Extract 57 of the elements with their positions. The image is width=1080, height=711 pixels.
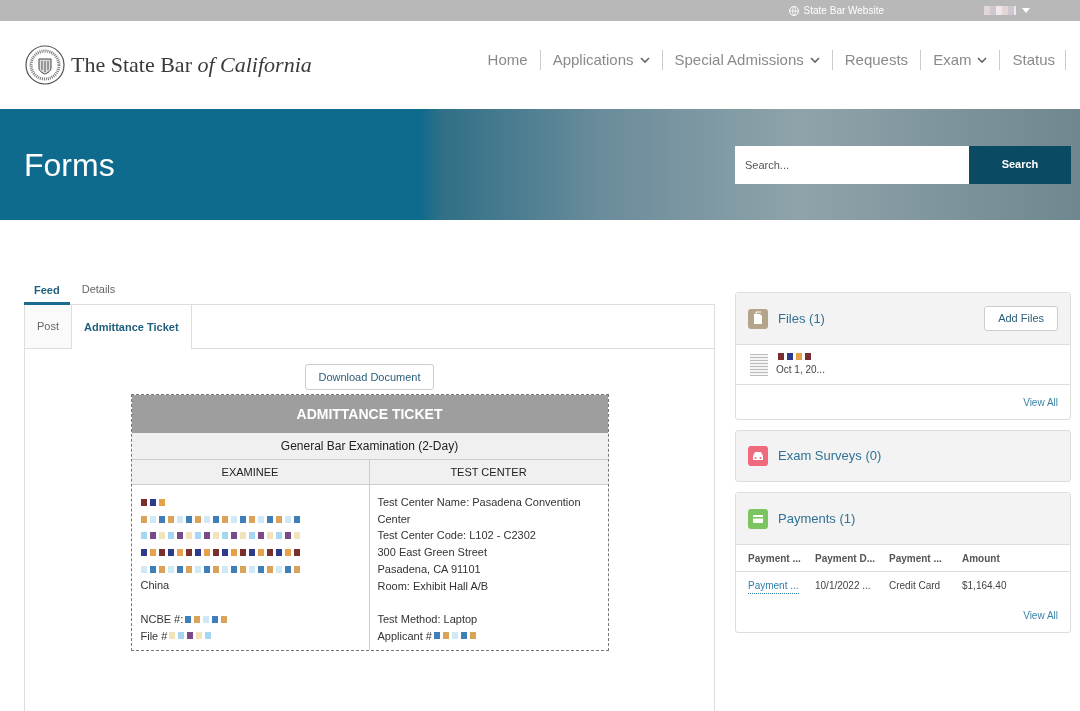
column-header: Amount bbox=[962, 551, 1001, 566]
page-title: Forms bbox=[23, 145, 115, 185]
column-header: Payment D... bbox=[815, 551, 877, 566]
exam-name: General Bar Examination (2-Day) bbox=[131, 433, 608, 460]
logo-text[interactable]: The State Bar of California bbox=[71, 54, 312, 76]
table-cell-text: 10/1/2022 ... bbox=[815, 579, 872, 593]
add-files-button[interactable]: Add Files bbox=[984, 306, 1058, 331]
text-line: Pasadena, CA 91101 bbox=[377, 561, 482, 577]
field-label: NCBE #: bbox=[140, 611, 184, 627]
nav-link[interactable]: Requests bbox=[832, 50, 922, 70]
table-cell-text: $1,164.40 bbox=[962, 579, 1008, 593]
chevron-down-icon[interactable] bbox=[977, 56, 988, 64]
text-line: 300 East Green Street bbox=[377, 545, 488, 561]
credit-card-icon bbox=[748, 508, 768, 529]
redacted-block bbox=[140, 498, 165, 506]
nav-link[interactable]: Special Admissions bbox=[662, 50, 833, 70]
column-header: Payment ... bbox=[748, 551, 802, 566]
card-title[interactable]: Exam Surveys (0) bbox=[778, 446, 882, 466]
tab[interactable]: Admittance Ticket bbox=[72, 305, 192, 349]
field-label: Applicant # bbox=[377, 628, 432, 644]
card-title[interactable]: Payments (1) bbox=[778, 508, 856, 529]
redacted-block bbox=[433, 632, 476, 640]
document-thumbnail bbox=[750, 353, 768, 376]
column-header: Payment ... bbox=[889, 551, 943, 566]
file-date: Oct 1, 20... bbox=[776, 362, 825, 377]
chevron-down-icon[interactable] bbox=[809, 56, 820, 64]
nav-link[interactable]: Applications bbox=[540, 50, 663, 70]
text-line: Test Center Name: Pasadena Convention Center bbox=[377, 495, 582, 527]
nav-link[interactable]: Home bbox=[475, 50, 541, 70]
view-all-link[interactable]: View All bbox=[1023, 394, 1058, 410]
payment-link[interactable]: Payment ... bbox=[748, 577, 799, 594]
card-title[interactable]: Files (1) bbox=[778, 308, 975, 329]
tab[interactable]: Details bbox=[69, 278, 128, 304]
column-header: EXAMINEE bbox=[131, 460, 370, 485]
seal-logo-icon[interactable] bbox=[25, 45, 65, 85]
table-cell-text: Credit Card bbox=[889, 579, 942, 593]
redacted-block bbox=[185, 615, 228, 623]
car-icon bbox=[748, 446, 768, 466]
search-field[interactable]: Search... bbox=[735, 145, 969, 184]
text-line: Room: Exhibit Hall A/B bbox=[377, 578, 490, 594]
files-icon bbox=[748, 308, 768, 329]
text-line: China bbox=[140, 578, 171, 594]
globe-icon bbox=[788, 5, 799, 16]
redacted-block bbox=[169, 632, 212, 640]
search-button[interactable]: Search bbox=[969, 145, 1071, 184]
tab[interactable]: Post bbox=[25, 305, 72, 348]
column-header: TEST CENTER bbox=[369, 460, 608, 485]
text-line: Test Method: Laptop bbox=[377, 611, 479, 627]
text-line: Test Center Code: L102 - C2302 bbox=[377, 528, 537, 544]
redacted-user-name bbox=[984, 6, 1016, 15]
view-all-link[interactable]: View All bbox=[1023, 608, 1058, 623]
nav-link[interactable]: Exam bbox=[921, 50, 1001, 70]
field-label: File # bbox=[140, 628, 168, 644]
download-document-button[interactable]: Download Document bbox=[305, 364, 434, 390]
ticket-title: ADMITTANCE TICKET bbox=[131, 395, 608, 433]
chevron-down-icon[interactable] bbox=[639, 56, 650, 64]
nav-link[interactable]: Status bbox=[1000, 50, 1066, 70]
